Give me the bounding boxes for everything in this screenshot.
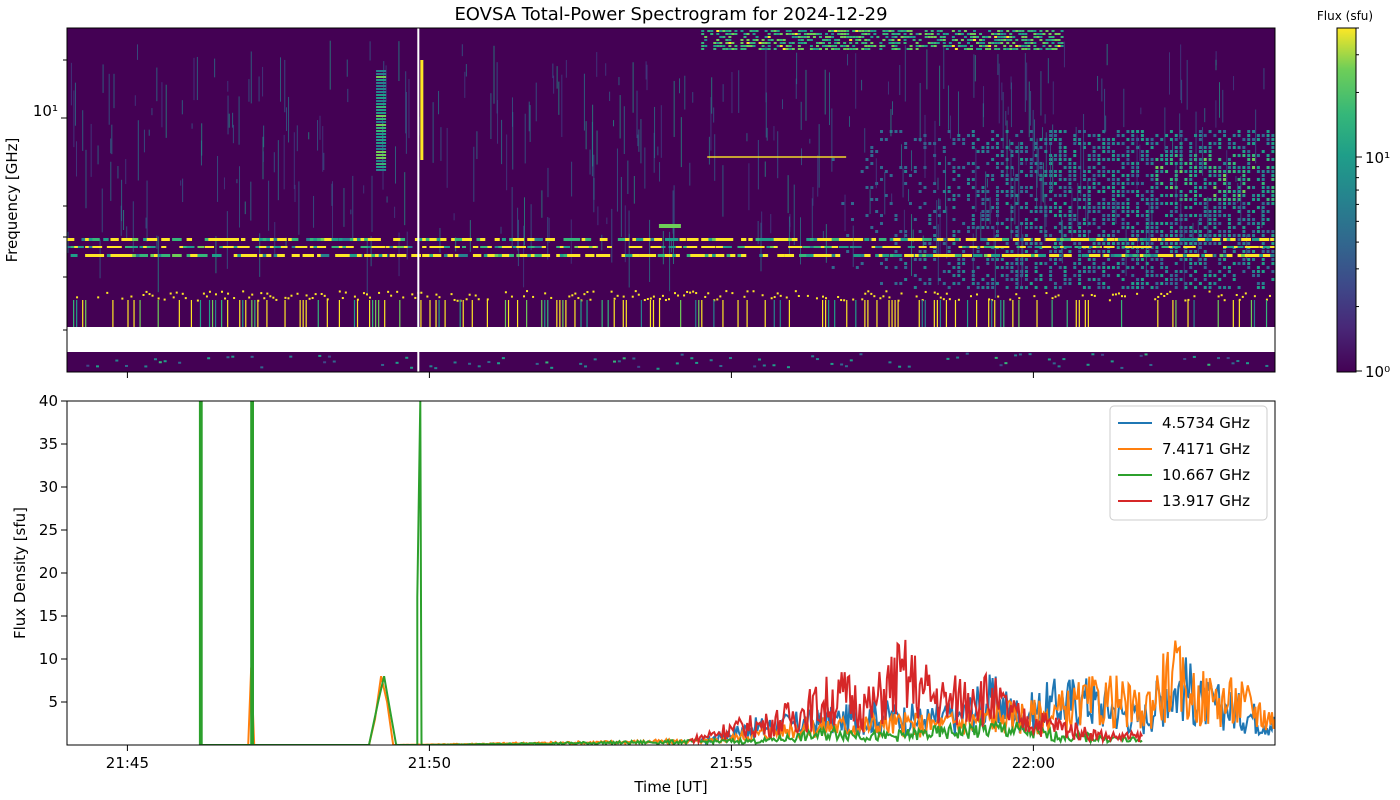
- y-tick-label: 20: [39, 564, 58, 582]
- x-ticks: 21:45 21:50 21:55 22:00: [106, 745, 1055, 772]
- spectrogram-background: [67, 28, 1275, 372]
- y-tick-label: 15: [39, 607, 58, 625]
- figure: EOVSA Total-Power Spectrogram for 2024-1…: [3, 4, 1390, 796]
- x-tick-label: 22:00: [1012, 754, 1055, 772]
- legend-entry: 10.667 GHz: [1162, 466, 1250, 484]
- colorbar-tick-10: 10¹: [1365, 149, 1390, 167]
- y-tick-label: 25: [39, 521, 58, 539]
- legend: 4.5734 GHz 7.4171 GHz 10.667 GHz 13.917 GHz: [1109, 405, 1268, 521]
- colorbar: Flux (sfu) 10¹ 10⁰: [1317, 9, 1390, 381]
- spectrogram-panel: 10¹ Frequency [GHz]: [3, 27, 1276, 378]
- y-tick-label: 30: [39, 478, 58, 496]
- colorbar-tick-1: 10⁰: [1365, 363, 1390, 381]
- legend-entry: 7.4171 GHz: [1162, 440, 1250, 458]
- lightcurve-panel: 5 10 15 20 25 30 35 40 21:45 21:50 21:55 22:00 Flu…: [11, 392, 1276, 796]
- x-tick-label: 21:55: [710, 754, 753, 772]
- y-tick-label: 35: [39, 435, 58, 453]
- legend-entry: 13.917 GHz: [1162, 492, 1250, 510]
- y-ticks: 5 10 15 20 25 30 35 40: [39, 392, 67, 711]
- colorbar-gradient: [1336, 27, 1357, 373]
- missing-band: [67, 327, 1275, 352]
- x-axis-label: Time [UT]: [633, 778, 707, 796]
- y-axis-label-bottom: Flux Density [sfu]: [11, 507, 29, 639]
- y-tick-label-top: 10¹: [33, 102, 58, 120]
- y-tick-label: 5: [48, 693, 58, 711]
- y-tick-label: 40: [39, 392, 58, 410]
- top-x-ticks: [126, 372, 1034, 378]
- colorbar-label: Flux (sfu): [1317, 9, 1373, 23]
- y-axis-label-top: Frequency [GHz]: [3, 138, 21, 263]
- chart-title: EOVSA Total-Power Spectrogram for 2024-1…: [454, 4, 887, 25]
- y-tick-label: 10: [39, 650, 58, 668]
- x-tick-label: 21:50: [408, 754, 451, 772]
- x-tick-label: 21:45: [106, 754, 149, 772]
- legend-entry: 4.5734 GHz: [1162, 414, 1250, 432]
